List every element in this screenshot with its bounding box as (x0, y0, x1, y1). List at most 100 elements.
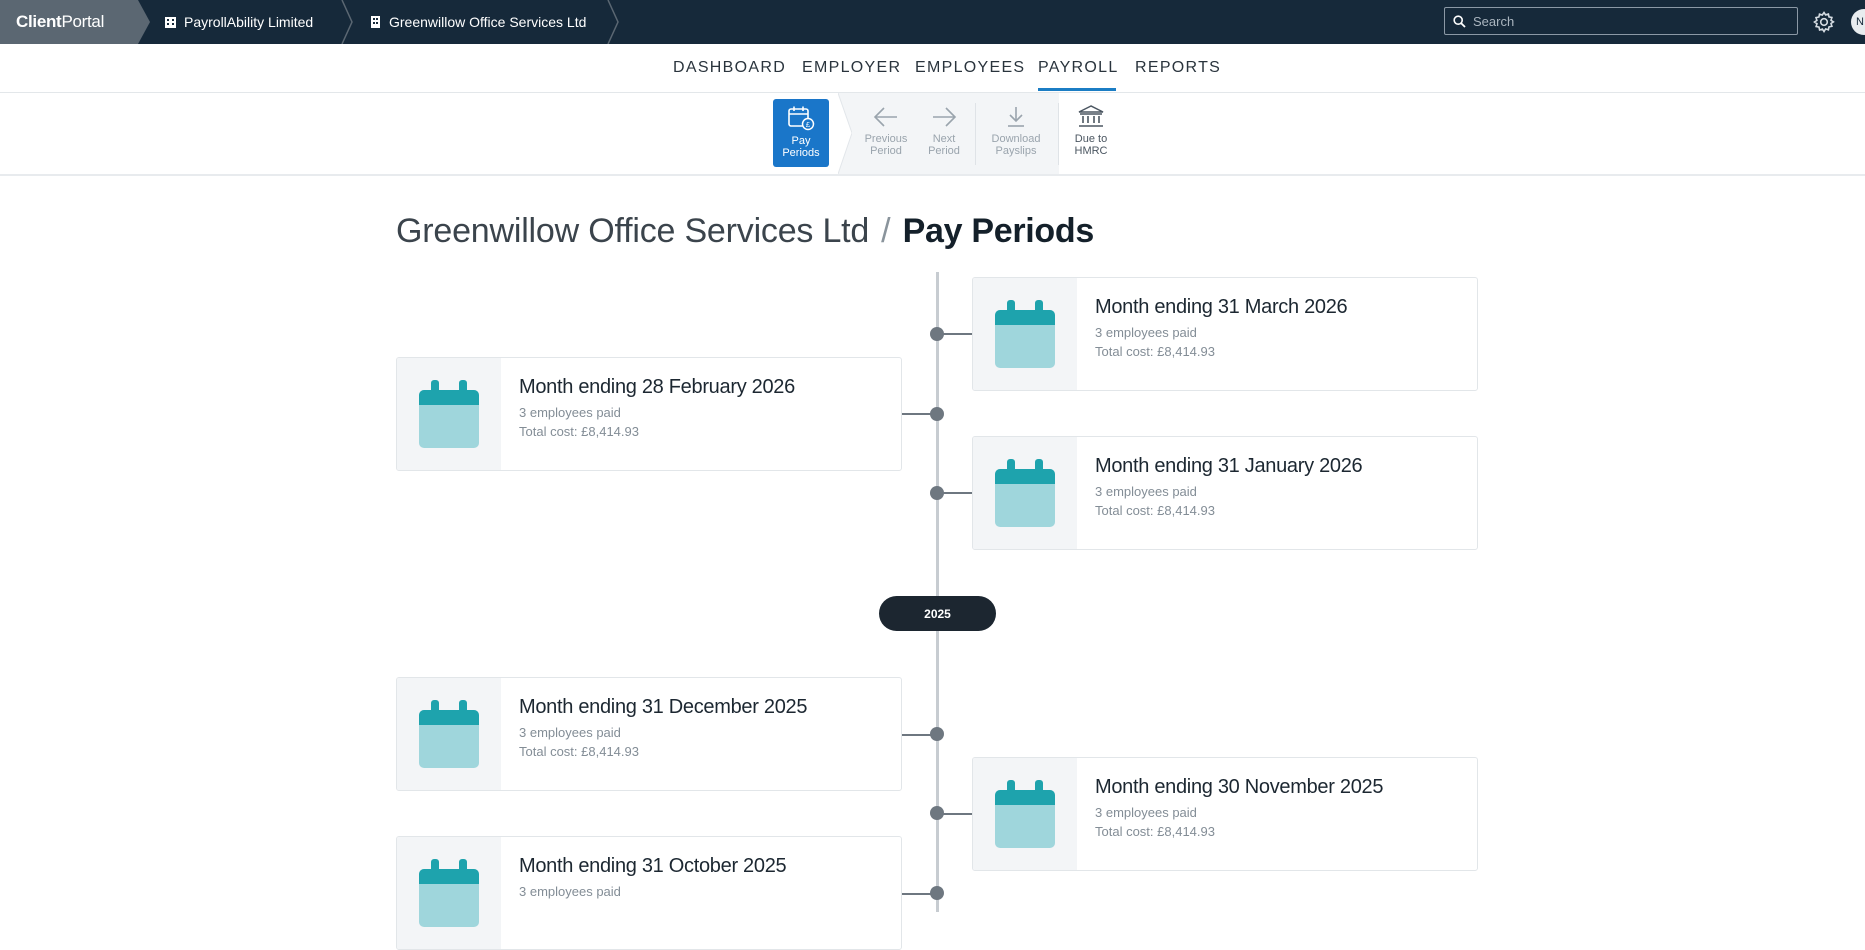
pay-periods-button[interactable]: £ Pay Periods (773, 99, 829, 167)
card-employees-paid: 3 employees paid (1095, 805, 1197, 820)
card-body: Month ending 31 March 2026 3 employees p… (1077, 278, 1348, 390)
pay-period-card[interactable]: Month ending 30 November 2025 3 employee… (972, 757, 1478, 871)
search-input[interactable] (1471, 12, 1795, 30)
card-body: Month ending 31 December 2025 3 employee… (501, 678, 807, 790)
card-icon-column (397, 678, 501, 790)
card-icon-column (397, 837, 501, 949)
arrow-left-icon (873, 107, 897, 127)
portal-logo-bold: Client (16, 12, 62, 31)
card-title: Month ending 31 October 2025 (519, 855, 787, 877)
card-title: Month ending 30 November 2025 (1095, 776, 1384, 798)
avatar-initials: N (1856, 16, 1864, 28)
card-title: Month ending 31 January 2026 (1095, 455, 1363, 477)
download-payslips-label-2: Payslips (995, 145, 1037, 157)
breadcrumb-employer-label: Greenwillow Office Services Ltd (389, 14, 587, 30)
calendar-icon (419, 700, 479, 768)
pay-period-card[interactable]: Month ending 31 October 2025 3 employees… (396, 836, 902, 950)
payroll-toolbar: £ Pay Periods Previous Period Next Perio… (0, 93, 1865, 176)
calendar-icon (419, 380, 479, 448)
card-title: Month ending 31 March 2026 (1095, 296, 1348, 318)
year-marker: 2025 (879, 596, 996, 631)
previous-period-button[interactable]: Previous Period (858, 99, 914, 167)
timeline-dot (930, 886, 944, 900)
card-employees-paid: 3 employees paid (519, 725, 621, 740)
pay-period-card[interactable]: Month ending 31 March 2026 3 employees p… (972, 277, 1478, 391)
download-payslips-button[interactable]: Download Payslips (985, 99, 1047, 167)
bank-icon (1078, 105, 1104, 127)
breadcrumb-bureau-label: PayrollAbility Limited (184, 14, 314, 30)
toolbar-divider (975, 103, 976, 165)
page-title-company: Greenwillow Office Services Ltd (396, 212, 870, 250)
tab-employer[interactable]: EMPLOYER (802, 44, 900, 92)
calendar-icon (995, 459, 1055, 527)
tab-employees[interactable]: EMPLOYEES (915, 44, 1024, 92)
due-to-hmrc-label-2: HMRC (1074, 145, 1108, 157)
portal-logo-light: Portal (61, 12, 105, 31)
download-payslips-label-1: Download (991, 133, 1041, 145)
page-title-separator: / (881, 212, 891, 250)
tab-dashboard[interactable]: DASHBOARD (673, 44, 785, 92)
gear-icon[interactable] (1812, 10, 1836, 34)
card-body: Month ending 30 November 2025 3 employee… (1077, 758, 1383, 870)
search-icon (1453, 14, 1466, 28)
breadcrumb-bureau[interactable]: PayrollAbility Limited (165, 0, 313, 44)
next-period-label-2: Period (928, 145, 960, 157)
main-navigation: DASHBOARD EMPLOYER EMPLOYEES PAYROLL REP… (0, 44, 1865, 93)
download-icon (1008, 107, 1024, 127)
calendar-icon: £ (788, 106, 815, 131)
page-title: Greenwillow Office Services Ltd / Pay Peri… (396, 212, 1094, 251)
card-total-cost: Total cost: £8,414.93 (1095, 344, 1215, 359)
user-avatar[interactable]: N (1851, 9, 1865, 35)
timeline-dot (930, 327, 944, 341)
arrow-right-icon (933, 107, 957, 127)
card-icon-column (973, 758, 1077, 870)
page-title-section: Pay Periods (902, 212, 1095, 250)
timeline-dot (930, 727, 944, 741)
previous-period-label-1: Previous (864, 133, 908, 145)
tab-reports[interactable]: REPORTS (1135, 44, 1220, 92)
pay-period-card[interactable]: Month ending 28 February 2026 3 employee… (396, 357, 902, 471)
next-period-label-1: Next (932, 133, 956, 145)
tab-payroll[interactable]: PAYROLL (1038, 44, 1117, 92)
building-icon (371, 16, 380, 28)
next-period-button[interactable]: Next Period (916, 99, 972, 167)
due-to-hmrc-button[interactable]: Due to HMRC (1063, 99, 1119, 167)
building-icon (165, 17, 176, 28)
previous-period-label-2: Period (870, 145, 902, 157)
pay-period-card[interactable]: Month ending 31 January 2026 3 employees… (972, 436, 1478, 550)
timeline-dot (930, 407, 944, 421)
top-bar: Client Portal PayrollAbility Limited Gree… (0, 0, 1865, 44)
pay-periods-label-1: Pay (791, 135, 811, 147)
card-icon-column (973, 278, 1077, 390)
calendar-icon (995, 780, 1055, 848)
calendar-icon (419, 859, 479, 927)
calendar-icon (995, 300, 1055, 368)
client-portal-logo[interactable]: Client Portal (0, 0, 150, 44)
card-employees-paid: 3 employees paid (1095, 325, 1197, 340)
breadcrumb-chevron-icon (341, 0, 353, 44)
card-body: Month ending 31 January 2026 3 employees… (1077, 437, 1363, 549)
card-title: Month ending 31 December 2025 (519, 696, 808, 718)
card-employees-paid: 3 employees paid (519, 405, 621, 420)
timeline-dot (930, 486, 944, 500)
toolbar-divider (1058, 103, 1059, 165)
breadcrumb-employer[interactable]: Greenwillow Office Services Ltd (370, 0, 586, 44)
card-total-cost: Total cost: £8,414.93 (519, 744, 639, 759)
breadcrumb-chevron-icon (607, 0, 619, 44)
timeline-dot (930, 806, 944, 820)
due-to-hmrc-label-1: Due to (1074, 133, 1108, 145)
search-box[interactable] (1444, 7, 1798, 35)
card-total-cost: Total cost: £8,414.93 (1095, 824, 1215, 839)
card-icon-column (973, 437, 1077, 549)
card-employees-paid: 3 employees paid (519, 884, 621, 899)
pay-periods-label-2: Periods (782, 147, 820, 159)
card-body: Month ending 28 February 2026 3 employee… (501, 358, 795, 470)
card-body: Month ending 31 October 2025 3 employees… (501, 837, 787, 949)
card-employees-paid: 3 employees paid (1095, 484, 1197, 499)
toolbar-chevron-icon (838, 93, 852, 174)
card-title: Month ending 28 February 2026 (519, 376, 795, 398)
card-total-cost: Total cost: £8,414.93 (519, 424, 639, 439)
pay-period-card[interactable]: Month ending 31 December 2025 3 employee… (396, 677, 902, 791)
card-icon-column (397, 358, 501, 470)
card-total-cost: Total cost: £8,414.93 (1095, 503, 1215, 518)
